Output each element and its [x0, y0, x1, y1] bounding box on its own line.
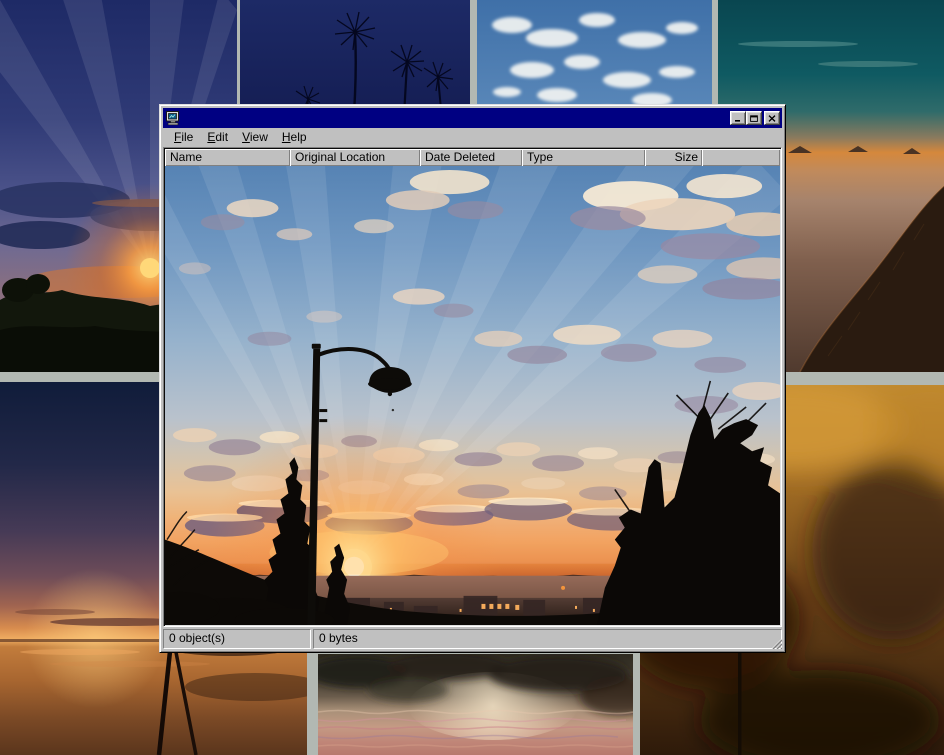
sunset-lamp-photo — [165, 166, 780, 625]
column-header-type[interactable]: Type — [522, 149, 645, 166]
computer-icon — [165, 110, 181, 126]
resize-grip[interactable] — [769, 636, 782, 649]
file-list-view: Name Original Location Date Deleted Type… — [163, 147, 782, 627]
column-header-size[interactable]: Size — [645, 149, 702, 166]
column-header-original-location[interactable]: Original Location — [290, 149, 420, 166]
column-header-date-deleted[interactable]: Date Deleted — [420, 149, 522, 166]
recycle-bin-window: File Edit View Help Name Original Locati… — [159, 104, 786, 653]
minimize-button[interactable] — [730, 111, 746, 125]
wallpaper-tile-pink-water-reflection — [318, 654, 633, 755]
status-bar: 0 object(s) 0 bytes — [163, 627, 782, 649]
menu-bar: File Edit View Help — [163, 128, 782, 147]
maximize-button[interactable] — [746, 111, 762, 125]
status-object-count: 0 object(s) — [163, 629, 311, 649]
column-header-row: Name Original Location Date Deleted Type… — [165, 149, 780, 166]
menu-edit[interactable]: Edit — [200, 128, 235, 147]
status-byte-count: 0 bytes — [313, 629, 782, 649]
close-button[interactable] — [764, 111, 780, 125]
menu-file[interactable]: File — [167, 128, 200, 147]
list-content-area[interactable] — [165, 166, 780, 625]
column-header-name[interactable]: Name — [165, 149, 290, 166]
title-bar[interactable] — [163, 108, 782, 128]
menu-help[interactable]: Help — [275, 128, 314, 147]
menu-view[interactable]: View — [235, 128, 275, 147]
column-header-filler — [702, 149, 780, 166]
